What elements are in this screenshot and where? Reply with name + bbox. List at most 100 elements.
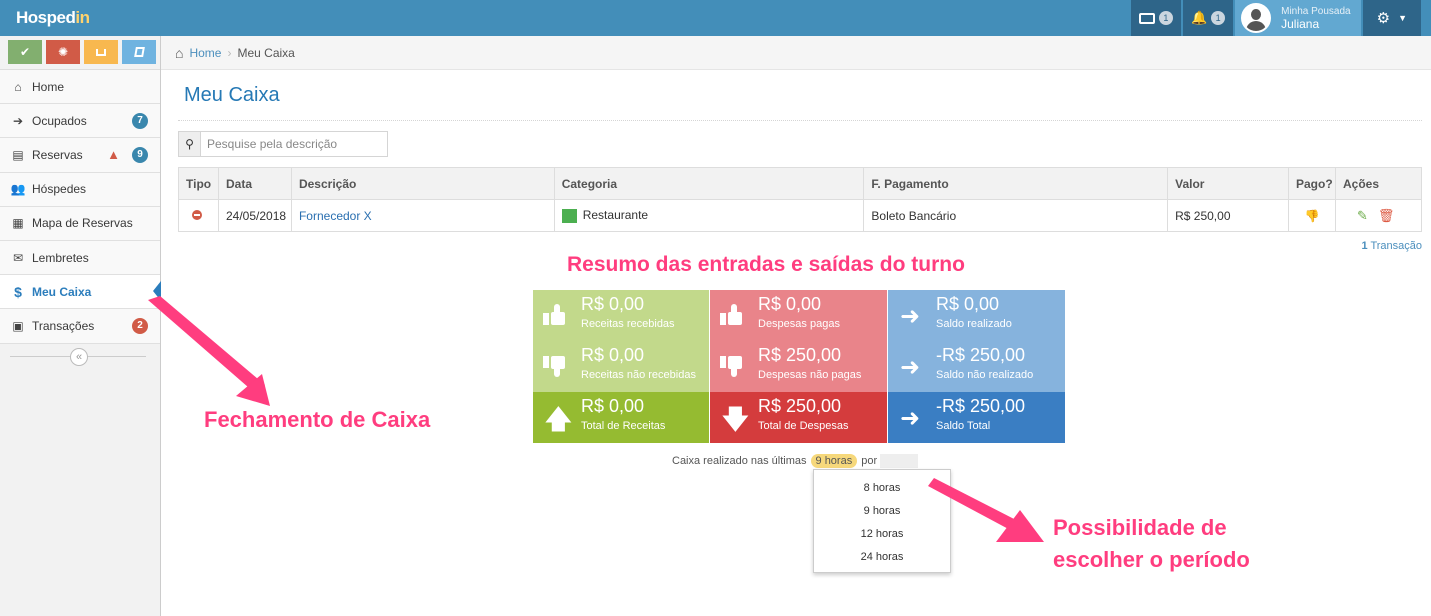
receitas-nao-recebidas-tile: R$ 0,00 Receitas não recebidas bbox=[533, 341, 710, 392]
settings-menu-button[interactable]: ⚙ ▼ bbox=[1362, 0, 1421, 36]
thumbs-up-icon bbox=[543, 304, 567, 326]
receitas-recebidas-tile: R$ 0,00 Receitas recebidas bbox=[533, 290, 710, 341]
breadcrumb-home-link[interactable]: Home bbox=[189, 46, 221, 60]
breadcrumb: ⌂ Home › Meu Caixa bbox=[161, 36, 1431, 70]
categoria-label: Restaurante bbox=[582, 208, 649, 223]
column-header-acoes: Ações bbox=[1334, 167, 1423, 200]
bell-icon: 🔔 bbox=[1190, 10, 1208, 25]
bell-notifications-button[interactable]: 🔔 1 bbox=[1182, 0, 1234, 36]
transacoes-badge: 2 bbox=[132, 317, 148, 334]
period-selector: Caixa realizado nas últimas 9 horas por bbox=[672, 454, 919, 468]
column-header-pago[interactable]: Pago? bbox=[1288, 167, 1336, 200]
table-row: 24/05/2018 Fornecedor X Restaurante Bole… bbox=[178, 199, 1423, 232]
minus-circle-icon bbox=[192, 209, 202, 220]
transaction-count: 1 Transação bbox=[1361, 240, 1422, 252]
inbox-icon bbox=[96, 48, 106, 56]
check-icon: ✔ bbox=[19, 45, 31, 59]
period-dropdown: 8 horas 9 horas 12 horas 24 horas bbox=[813, 469, 951, 573]
thumbs-down-icon[interactable]: 👎 bbox=[1305, 209, 1320, 223]
sidebar-collapse-row: « bbox=[0, 344, 160, 370]
column-header-categoria[interactable]: Categoria bbox=[553, 167, 865, 200]
shortcut-buttons: ✔ ✺ bbox=[0, 36, 160, 70]
tipo-cell bbox=[178, 199, 219, 232]
users-icon: 👥 bbox=[10, 182, 26, 197]
search-icon: ⚲ bbox=[179, 132, 201, 156]
edit-icon[interactable]: ✎ bbox=[1357, 208, 1368, 223]
cash-notifications-button[interactable]: 1 bbox=[1130, 0, 1181, 36]
cash-count-badge: 1 bbox=[1158, 11, 1173, 25]
period-prefix: Caixa realizado nas últimas bbox=[672, 455, 807, 467]
sidebar-item-ocupados[interactable]: ➔ Ocupados 7 bbox=[0, 104, 160, 139]
home-icon: ⌂ bbox=[175, 44, 184, 61]
arrow-right-icon: ➜ bbox=[900, 354, 921, 381]
despesas-pagas-tile: R$ 0,00 Despesas pagas bbox=[710, 290, 888, 341]
envelope-icon: ✉ bbox=[12, 250, 24, 265]
period-option-8[interactable]: 8 horas bbox=[814, 477, 950, 500]
sidebar-item-transacoes[interactable]: ▣ Transações 2 bbox=[0, 309, 160, 344]
arrow-right-icon: ➜ bbox=[900, 303, 921, 330]
shortcut-inbox-button[interactable] bbox=[84, 40, 118, 64]
home-icon: ⌂ bbox=[14, 79, 22, 94]
column-header-pagamento[interactable]: F. Pagamento bbox=[863, 167, 1169, 200]
shortcut-book-button[interactable] bbox=[122, 40, 156, 64]
sidebar: ✔ ✺ ⌂ Home ➔ Ocupados 7 ▤ Reservas ▲ 9 👥… bbox=[0, 36, 161, 616]
search-input[interactable] bbox=[201, 132, 387, 156]
user-name: Juliana bbox=[1281, 17, 1320, 31]
trash-icon[interactable]: 🗑 bbox=[1378, 208, 1395, 223]
summary-grid: R$ 0,00 Receitas recebidas R$ 0,00 Despe… bbox=[533, 290, 1065, 443]
period-hours-toggle[interactable]: 9 horas bbox=[810, 454, 858, 468]
sidebar-item-reservas[interactable]: ▤ Reservas ▲ 9 bbox=[0, 138, 160, 173]
avatar bbox=[1241, 3, 1272, 33]
total-receitas-tile: 🡅 R$ 0,00 Total de Receitas bbox=[533, 392, 710, 443]
saldo-total-tile: ➜ -R$ 250,00 Saldo Total bbox=[888, 392, 1065, 443]
pago-cell: 👎 bbox=[1288, 199, 1336, 232]
search-box: ⚲ bbox=[178, 131, 388, 157]
arrow-right-icon: ➜ bbox=[900, 405, 921, 432]
annotation-fechamento: Fechamento de Caixa bbox=[204, 407, 431, 432]
sidebar-item-lembretes[interactable]: ✉ Lembretes bbox=[0, 240, 160, 276]
breadcrumb-separator-icon: › bbox=[227, 45, 232, 60]
double-chevron-left-icon: « bbox=[75, 350, 83, 363]
period-user-select[interactable] bbox=[880, 454, 919, 468]
column-header-valor[interactable]: Valor bbox=[1167, 167, 1289, 200]
annotation-summary: Resumo das entradas e saídas do turno bbox=[567, 253, 965, 276]
column-header-descricao[interactable]: Descrição bbox=[290, 167, 555, 200]
navbar-right: 1 🔔 1 Minha Pousada Juliana ⚙ ▼ bbox=[1129, 0, 1421, 36]
categoria-cell: Restaurante bbox=[553, 199, 865, 232]
category-color-swatch bbox=[561, 208, 577, 223]
column-header-data[interactable]: Data bbox=[217, 167, 292, 200]
period-option-24[interactable]: 24 horas bbox=[814, 546, 950, 569]
valor-cell: R$ 250,00 bbox=[1167, 199, 1289, 232]
collapse-sidebar-button[interactable]: « bbox=[70, 347, 88, 366]
acoes-cell: ✎ 🗑 bbox=[1334, 199, 1423, 232]
sidebar-item-mapa-de-reservas[interactable]: ▦ Mapa de Reservas bbox=[0, 206, 160, 241]
sidebar-item-home[interactable]: ⌂ Home bbox=[0, 70, 160, 105]
bell-count-badge: 1 bbox=[1211, 11, 1226, 25]
column-header-tipo[interactable]: Tipo bbox=[178, 167, 219, 200]
annotation-periodo: Possibilidade de escolher o período bbox=[1053, 515, 1250, 572]
total-despesas-tile: 🡇 R$ 250,00 Total de Despesas bbox=[710, 392, 888, 443]
shortcut-check-button[interactable]: ✔ bbox=[8, 40, 42, 64]
arrow-to-sidebar bbox=[148, 296, 270, 406]
user-menu[interactable]: Minha Pousada Juliana bbox=[1235, 0, 1361, 36]
sidebar-item-hospedes[interactable]: 👥 Hóspedes bbox=[0, 172, 160, 207]
book-icon: ▤ bbox=[12, 147, 24, 162]
saldo-nao-realizado-tile: ➜ -R$ 250,00 Saldo não realizado bbox=[888, 341, 1065, 392]
pagamento-cell: Boleto Bancário bbox=[863, 199, 1169, 232]
calendar-icon: ▦ bbox=[12, 216, 24, 231]
dollar-icon: $ bbox=[14, 283, 22, 300]
thumbs-up-icon bbox=[720, 304, 744, 326]
brand-logo[interactable]: Hospedin bbox=[16, 8, 90, 28]
book-icon bbox=[133, 47, 145, 57]
data-cell: 24/05/2018 bbox=[217, 199, 292, 232]
shortcut-cog-button[interactable]: ✺ bbox=[46, 40, 80, 64]
ocupados-badge: 7 bbox=[132, 112, 148, 129]
thumbs-down-icon bbox=[543, 355, 567, 377]
sign-in-icon: ➔ bbox=[12, 113, 24, 128]
sidebar-item-meu-caixa[interactable]: $ Meu Caixa bbox=[0, 275, 161, 310]
breadcrumb-current: Meu Caixa bbox=[237, 45, 295, 60]
period-option-9[interactable]: 9 horas bbox=[814, 500, 950, 523]
period-option-12[interactable]: 12 horas bbox=[814, 523, 950, 546]
period-suffix: por bbox=[861, 455, 878, 467]
descricao-link[interactable]: Fornecedor X bbox=[299, 209, 372, 223]
